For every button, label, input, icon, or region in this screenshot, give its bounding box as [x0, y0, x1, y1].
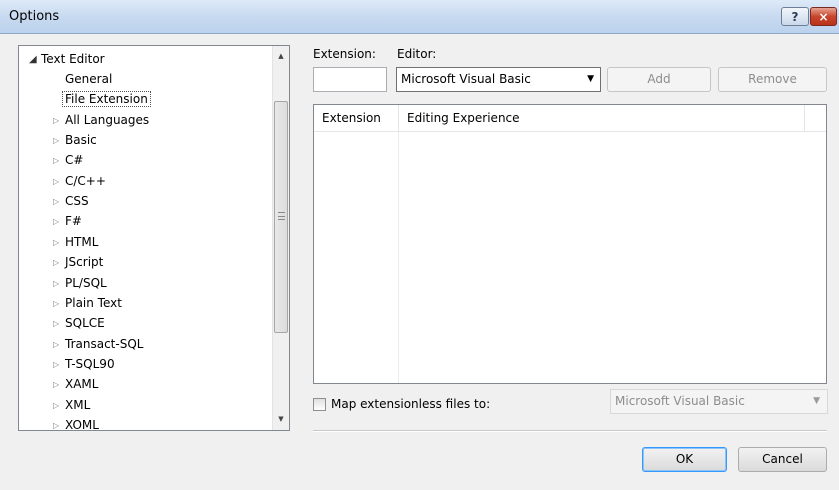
close-button[interactable]: × — [810, 7, 837, 26]
tree-item-label: Basic — [65, 133, 97, 148]
grid-header: Extension Editing Experience — [314, 105, 826, 132]
tree-item-label: F# — [65, 214, 82, 229]
tree-scrollbar[interactable]: ▲ ▼ — [272, 46, 289, 430]
expand-arrow-icon[interactable]: ▷ — [53, 396, 65, 415]
tree-item[interactable]: ▷ T-SQL90 — [53, 355, 115, 374]
separator — [313, 430, 827, 432]
help-button[interactable]: ? — [781, 7, 809, 26]
expand-arrow-icon[interactable]: ▷ — [53, 192, 65, 211]
tree-item[interactable]: ▷ SQLCE — [53, 314, 105, 333]
tree-item[interactable]: ▷ Plain Text — [53, 294, 122, 313]
tree-item-label: File Extension — [62, 91, 151, 108]
expand-arrow-icon[interactable]: ▷ — [53, 151, 65, 170]
tree-item[interactable]: General — [53, 70, 112, 89]
add-button[interactable]: Add — [607, 67, 711, 92]
expand-arrow-icon[interactable]: ▷ — [53, 335, 65, 354]
map-extensionless-checkbox[interactable] — [313, 398, 326, 411]
tree-item[interactable]: ▷ JScript — [53, 253, 103, 272]
map-selected-value: Microsoft Visual Basic — [615, 394, 745, 408]
chevron-down-icon: ▼ — [587, 74, 594, 84]
window-title: Options — [9, 9, 60, 24]
tree-item-label: CSS — [65, 194, 89, 209]
tree-item[interactable]: ▷ HTML — [53, 233, 98, 252]
expand-arrow-icon[interactable]: ▷ — [53, 375, 65, 394]
cancel-button[interactable]: Cancel — [738, 447, 827, 472]
scroll-down-icon[interactable]: ▼ — [273, 411, 289, 428]
tree-item[interactable]: ▷ All Languages — [53, 111, 149, 130]
extension-input[interactable] — [313, 67, 387, 92]
scroll-up-icon[interactable]: ▲ — [273, 48, 289, 65]
expand-arrow-icon[interactable]: ▷ — [53, 131, 65, 150]
tree-item[interactable]: ▷ F# — [53, 212, 82, 231]
expand-arrow-icon[interactable]: ▷ — [53, 253, 65, 272]
tree-item[interactable]: ▷ Basic — [53, 131, 97, 150]
column-divider — [398, 132, 399, 383]
grip-icon — [278, 212, 285, 220]
tree-item[interactable]: ▷ PL/SQL — [53, 274, 107, 293]
tree-item-label: XML — [65, 397, 91, 412]
chevron-down-icon: ▼ — [813, 396, 820, 406]
expand-arrow-icon[interactable]: ▷ — [53, 274, 65, 293]
tree-item-label: C# — [65, 153, 84, 168]
editor-dropdown[interactable]: Microsoft Visual Basic ▼ — [396, 67, 601, 92]
expand-arrow-icon[interactable]: ▷ — [53, 111, 65, 130]
expand-arrow-icon[interactable]: ▷ — [53, 294, 65, 313]
scrollbar-thumb[interactable] — [274, 101, 288, 333]
column-header-editing-experience[interactable]: Editing Experience — [399, 105, 805, 132]
remove-button[interactable]: Remove — [718, 67, 827, 92]
tree-item-label: PL/SQL — [65, 275, 107, 290]
extension-grid[interactable]: Extension Editing Experience — [313, 104, 827, 384]
expand-arrow-icon[interactable]: ▷ — [53, 416, 65, 430]
expand-arrow-icon[interactable]: ▷ — [53, 355, 65, 374]
close-icon: × — [818, 9, 829, 24]
expand-arrow-icon[interactable]: ▷ — [53, 314, 65, 333]
map-extensionless-dropdown[interactable]: Microsoft Visual Basic ▼ — [610, 389, 828, 414]
extension-label: Extension: — [313, 47, 376, 61]
tree-item[interactable]: ▷ XOML — [53, 416, 99, 431]
tree-item-text-editor[interactable]: ◢ Text Editor — [29, 50, 105, 69]
map-extensionless-label[interactable]: Map extensionless files to: — [331, 397, 490, 411]
column-header-extension[interactable]: Extension — [314, 105, 399, 132]
tree-item[interactable]: ▷ XAML — [53, 375, 98, 394]
expand-arrow-icon[interactable]: ▷ — [53, 172, 65, 191]
editor-selected-value: Microsoft Visual Basic — [401, 72, 531, 86]
tree-item-label: General — [65, 72, 113, 86]
tree-item-label: Transact-SQL — [65, 336, 144, 351]
tree-item-label: HTML — [65, 234, 99, 249]
tree-item[interactable]: File Extension — [53, 90, 151, 109]
tree-item-label: XAML — [65, 377, 99, 392]
tree-item-label: SQLCE — [65, 316, 105, 331]
help-icon: ? — [791, 9, 799, 24]
tree-item[interactable]: ▷ Transact-SQL — [53, 335, 143, 354]
tree-item-label: Plain Text — [65, 295, 122, 310]
tree-item-label: XOML — [65, 417, 99, 431]
tree-item-label: JScript — [65, 255, 104, 270]
tree-item-label: Text Editor — [41, 52, 105, 66]
tree-item-label: All Languages — [65, 112, 150, 127]
expand-arrow-icon[interactable]: ▷ — [53, 233, 65, 252]
tree-item[interactable]: ▷ XML — [53, 396, 90, 415]
collapse-arrow-icon[interactable]: ◢ — [29, 50, 41, 69]
ok-button[interactable]: OK — [642, 447, 727, 472]
tree-item[interactable]: ▷ C/C++ — [53, 172, 106, 191]
tree-item[interactable]: ▷ CSS — [53, 192, 89, 211]
title-bar: Options ? × — [0, 0, 839, 34]
tree-item-label: C/C++ — [65, 173, 106, 188]
options-tree[interactable]: ◢ Text Editor General File Extension ▷ All L… — [18, 45, 290, 431]
editor-label: Editor: — [397, 47, 437, 61]
expand-arrow-icon[interactable]: ▷ — [53, 212, 65, 231]
tree-item[interactable]: ▷ C# — [53, 151, 83, 170]
tree-item-label: T-SQL90 — [65, 356, 115, 371]
